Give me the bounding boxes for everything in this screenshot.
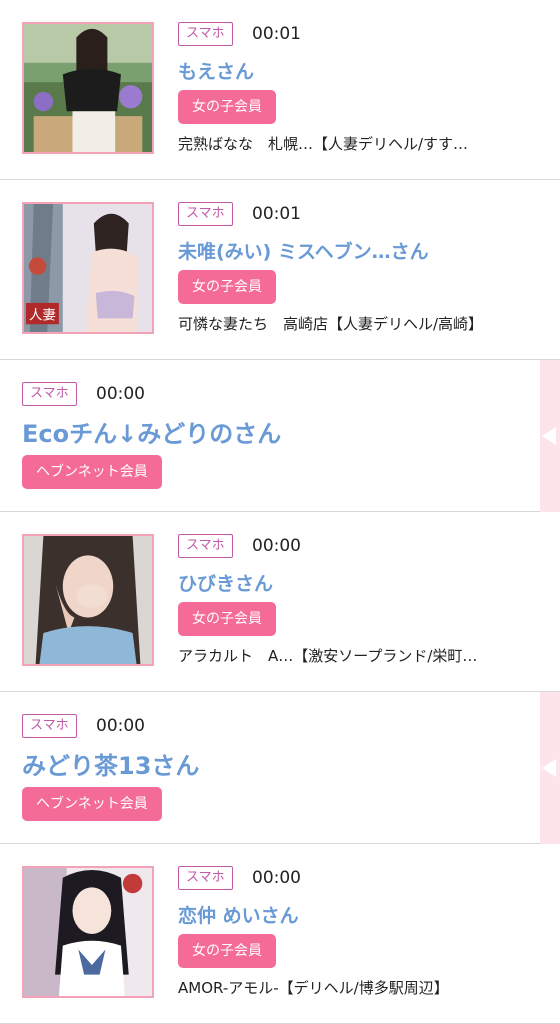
member-type-badge: 女の子会員 <box>178 90 276 124</box>
profile-photo[interactable]: 人妻 <box>22 202 154 334</box>
shop-name[interactable]: 可憐な妻たち 高崎店【人妻デリヘル/高崎】 <box>178 313 483 334</box>
shop-name[interactable]: アラカルト A…【激安ソープランド/栄町… <box>178 645 477 666</box>
access-time: 00:00 <box>96 384 145 404</box>
user-name-link[interactable]: 未唯(みい) ミスヘブン…さん <box>178 237 429 264</box>
list-item[interactable]: 人妻 スマホ 00:01 未唯(みい) ミスヘブン…さん 女の子会員 可憐な妻た… <box>0 180 560 360</box>
list-item[interactable]: スマホ 00:01 もえさん 女の子会員 完熟ばなな 札幌…【人妻デリヘル/すす… <box>0 0 560 180</box>
footprint-list: スマホ 00:01 もえさん 女の子会員 完熟ばなな 札幌…【人妻デリヘル/すす… <box>0 0 560 1024</box>
device-badge: スマホ <box>178 22 233 46</box>
list-item[interactable]: スマホ 00:00 みどり茶13さん ヘブンネット会員 <box>0 692 560 844</box>
photo-tag: 人妻 <box>29 307 56 323</box>
user-name-link[interactable]: Ecoチん↓みどりのさん <box>22 414 281 449</box>
side-scroll-tab[interactable] <box>540 692 560 844</box>
shop-name[interactable]: 完熟ばなな 札幌…【人妻デリヘル/すす… <box>178 133 468 154</box>
shop-name[interactable]: AMOR-アモル-【デリヘル/博多駅周辺】 <box>178 977 449 998</box>
access-time: 00:00 <box>252 868 301 888</box>
profile-photo[interactable] <box>22 866 154 998</box>
access-time: 00:01 <box>252 204 301 224</box>
profile-photo[interactable] <box>22 22 154 154</box>
member-type-badge: 女の子会員 <box>178 270 276 304</box>
user-name-link[interactable]: ひびきさん <box>178 569 273 596</box>
arrow-left-icon <box>542 759 556 777</box>
member-type-badge: ヘブンネット会員 <box>22 787 162 821</box>
profile-photo[interactable] <box>22 534 154 666</box>
device-badge: スマホ <box>178 866 233 890</box>
member-type-badge: 女の子会員 <box>178 934 276 968</box>
arrow-left-icon <box>542 427 556 445</box>
user-name-link[interactable]: みどり茶13さん <box>22 746 199 781</box>
device-badge: スマホ <box>22 714 77 738</box>
access-time: 00:00 <box>252 536 301 556</box>
access-time: 00:00 <box>96 716 145 736</box>
access-time: 00:01 <box>252 24 301 44</box>
device-badge: スマホ <box>22 382 77 406</box>
user-name-link[interactable]: 恋仲 めいさん <box>178 901 299 928</box>
side-scroll-tab[interactable] <box>540 360 560 512</box>
device-badge: スマホ <box>178 534 233 558</box>
list-item[interactable]: スマホ 00:00 ひびきさん 女の子会員 アラカルト A…【激安ソープランド/… <box>0 512 560 692</box>
user-name-link[interactable]: もえさん <box>178 57 254 84</box>
member-type-badge: ヘブンネット会員 <box>22 455 162 489</box>
member-type-badge: 女の子会員 <box>178 602 276 636</box>
list-item[interactable]: スマホ 00:00 Ecoチん↓みどりのさん ヘブンネット会員 <box>0 360 560 512</box>
list-item[interactable]: スマホ 00:00 恋仲 めいさん 女の子会員 AMOR-アモル-【デリヘル/博… <box>0 844 560 1024</box>
device-badge: スマホ <box>178 202 233 226</box>
